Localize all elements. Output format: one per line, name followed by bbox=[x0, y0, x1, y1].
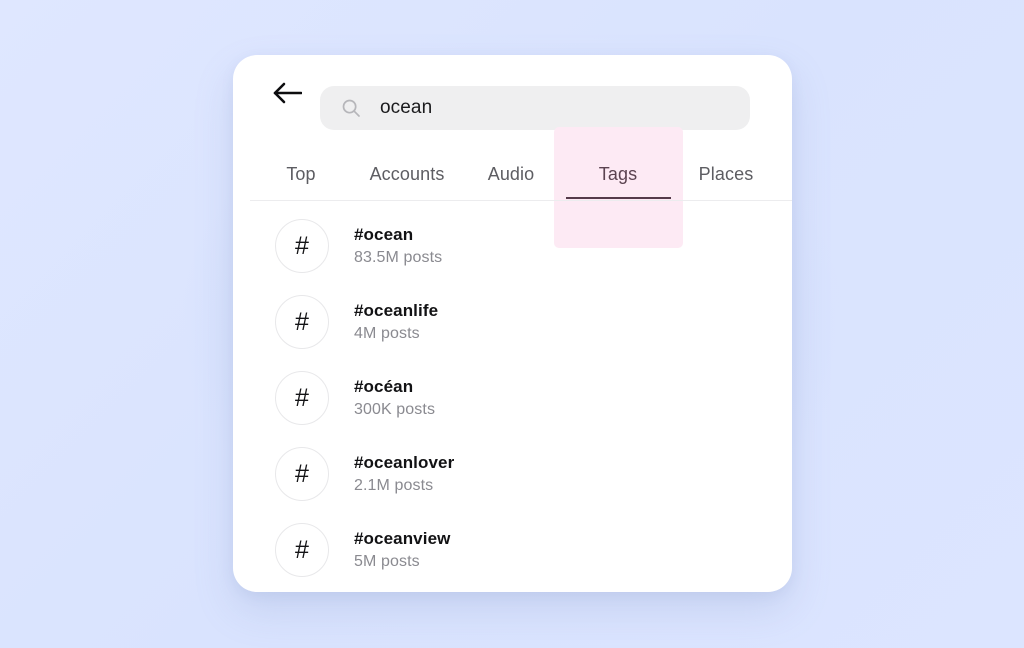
search-input[interactable]: ocean bbox=[320, 86, 750, 130]
list-item-text: #oceanlife 4M posts bbox=[354, 300, 438, 345]
tab-places[interactable]: Places bbox=[680, 150, 772, 198]
hash-icon: # bbox=[275, 295, 329, 349]
arrow-left-icon bbox=[272, 82, 302, 104]
tag-post-count: 300K posts bbox=[354, 400, 436, 418]
list-item[interactable]: # #oceanlover 2.1M posts bbox=[233, 436, 792, 512]
list-item-text: #oceanview 5M posts bbox=[354, 528, 450, 573]
hash-icon: # bbox=[275, 219, 329, 273]
tag-name: #océan bbox=[354, 376, 414, 396]
list-item-text: #océan 300K posts bbox=[354, 376, 435, 421]
tab-active-underline bbox=[566, 197, 671, 199]
tag-name: #oceanview bbox=[354, 528, 451, 548]
hash-icon: # bbox=[275, 447, 329, 501]
tag-post-count: 5M posts bbox=[354, 552, 420, 570]
list-item-text: #ocean 83.5M posts bbox=[354, 224, 442, 269]
tab-accounts[interactable]: Accounts bbox=[352, 150, 462, 198]
tab-divider bbox=[250, 200, 792, 201]
tab-top[interactable]: Top bbox=[267, 150, 335, 198]
search-card: ocean Top Accounts Audio Tags Places # #… bbox=[233, 55, 792, 592]
hash-icon: # bbox=[275, 523, 329, 577]
search-input-value: ocean bbox=[380, 97, 433, 118]
tag-post-count: 2.1M posts bbox=[354, 476, 434, 494]
list-item-text: #oceanlover 2.1M posts bbox=[354, 452, 454, 497]
search-icon bbox=[341, 98, 361, 118]
tag-results-list: # #ocean 83.5M posts # #oceanlife 4M pos… bbox=[233, 208, 792, 588]
search-header: ocean bbox=[233, 55, 792, 131]
tag-name: #oceanlover bbox=[354, 452, 455, 472]
tab-tags[interactable]: Tags bbox=[568, 150, 668, 198]
back-button[interactable] bbox=[267, 73, 307, 113]
tag-post-count: 83.5M posts bbox=[354, 248, 443, 266]
tag-name: #oceanlife bbox=[354, 300, 439, 320]
tab-audio[interactable]: Audio bbox=[472, 150, 550, 198]
tag-post-count: 4M posts bbox=[354, 324, 420, 342]
list-item[interactable]: # #oceanlife 4M posts bbox=[233, 284, 792, 360]
hash-icon: # bbox=[275, 371, 329, 425]
tab-bar: Top Accounts Audio Tags Places bbox=[233, 150, 792, 200]
list-item[interactable]: # #ocean 83.5M posts bbox=[233, 208, 792, 284]
tag-name: #ocean bbox=[354, 224, 414, 244]
list-item[interactable]: # #océan 300K posts bbox=[233, 360, 792, 436]
list-item[interactable]: # #oceanview 5M posts bbox=[233, 512, 792, 588]
